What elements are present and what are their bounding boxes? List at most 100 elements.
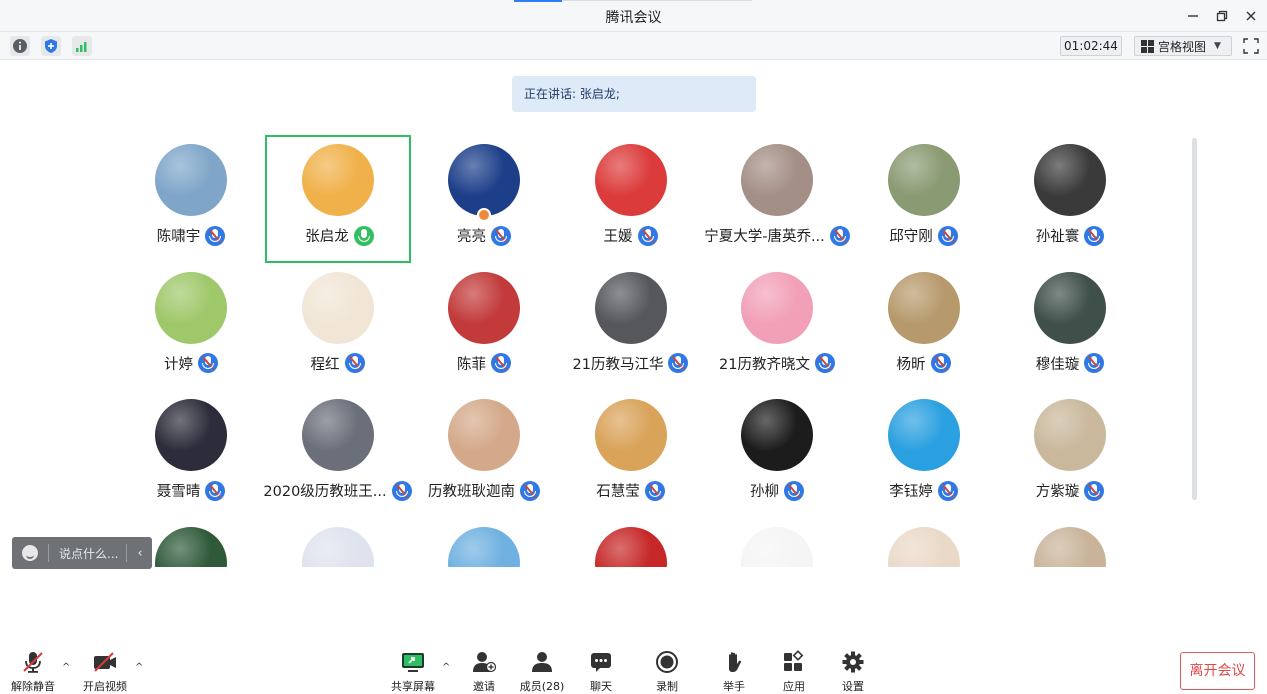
participant-tile[interactable]: [558, 518, 704, 567]
mic-muted-icon: [1084, 353, 1105, 373]
unmute-button[interactable]: 解除静音: [1, 650, 65, 694]
participant-name-row: 方紫璇: [997, 480, 1143, 501]
hand-icon: [721, 650, 747, 674]
participant-tile[interactable]: 王媛: [558, 135, 704, 263]
view-mode-select[interactable]: 宫格视图 ▼: [1134, 36, 1232, 56]
avatar: [1034, 271, 1106, 344]
members-label: 成员(28): [519, 680, 565, 693]
chat-placeholder[interactable]: 说点什么...: [59, 545, 118, 562]
invite-button[interactable]: 邀请: [452, 650, 516, 694]
avatar: [887, 271, 960, 344]
signal-icon[interactable]: [72, 36, 92, 56]
avatar: [741, 144, 813, 216]
apps-button[interactable]: 应用: [762, 650, 826, 694]
avatar: [155, 271, 227, 344]
add-user-icon: [471, 650, 497, 674]
mic-speaking-icon: [353, 225, 374, 246]
participant-tile[interactable]: 李钰婷: [851, 390, 997, 518]
participant-tile[interactable]: 邱守刚: [851, 135, 997, 263]
share-options-chevron-icon[interactable]: ^: [442, 662, 450, 673]
invite-label: 邀请: [473, 680, 495, 693]
participant-name: 21历教齐晓文: [719, 356, 810, 373]
leave-meeting-button[interactable]: 离开会议: [1180, 652, 1255, 690]
members-button[interactable]: 成员(28): [510, 650, 574, 694]
participant-name-row: 孙祉寰: [997, 225, 1143, 246]
title-divider-line: [562, 0, 752, 1]
participant-name: 21历教马江华: [572, 356, 664, 373]
chat-button[interactable]: 聊天: [569, 650, 633, 694]
emoji-icon[interactable]: [22, 545, 38, 561]
participant-tile[interactable]: 历教班耿迦南: [411, 390, 557, 518]
participant-tile[interactable]: [997, 518, 1143, 567]
avatar: [887, 526, 960, 567]
chat-input-pill[interactable]: 说点什么... ‹: [12, 537, 152, 569]
mic-muted-icon: [784, 480, 804, 501]
share-screen-button[interactable]: 共享屏幕: [381, 650, 445, 694]
participant-tile[interactable]: 宁夏大学-唐英乔...: [704, 135, 850, 263]
mic-muted-icon: [668, 353, 689, 373]
view-mode-label: 宫格视图: [1158, 39, 1207, 54]
share-screen-icon: [400, 650, 426, 674]
mic-muted-icon: [937, 225, 958, 246]
mic-muted-icon: [930, 353, 951, 373]
mic-muted-icon: [491, 353, 511, 373]
participant-tile[interactable]: 21历教马江华: [558, 263, 704, 391]
divider: [48, 544, 49, 562]
raise-hand-label: 举手: [723, 680, 745, 693]
audio-options-chevron-icon[interactable]: ^: [62, 662, 70, 673]
participant-tile[interactable]: 计婷: [118, 263, 264, 391]
participant-name: 陈菲: [457, 356, 486, 373]
avatar: [155, 526, 227, 567]
participant-tile[interactable]: 孙祉寰: [997, 135, 1143, 263]
participant-tile[interactable]: 亮亮: [411, 135, 557, 263]
participant-tile[interactable]: 21历教齐晓文: [704, 263, 850, 391]
participant-name-row: 计婷: [118, 353, 264, 374]
minimize-icon[interactable]: [1180, 4, 1206, 28]
participant-tile[interactable]: [265, 518, 411, 567]
participant-tile[interactable]: 杨昕: [851, 263, 997, 391]
divider: [126, 544, 128, 562]
chat-icon: [588, 650, 614, 674]
raise-hand-button[interactable]: 举手: [702, 650, 766, 694]
avatar: [741, 526, 813, 567]
participant-tile[interactable]: 张启龙: [264, 135, 411, 263]
unmute-label: 解除静音: [11, 680, 55, 693]
restore-icon[interactable]: [1209, 4, 1235, 28]
participant-tile[interactable]: 聂雪晴: [118, 390, 264, 518]
mic-muted-icon: [205, 480, 226, 501]
info-icon[interactable]: [10, 36, 30, 56]
participant-tile[interactable]: 穆佳璇: [997, 263, 1143, 391]
start-video-button[interactable]: 开启视频: [73, 650, 137, 694]
close-icon[interactable]: [1238, 4, 1264, 28]
collapse-chevron-icon[interactable]: ‹: [137, 546, 142, 561]
top-toolbar: 01:02:44 宫格视图 ▼: [0, 32, 1267, 60]
participant-tile[interactable]: 方紫璇: [997, 390, 1143, 518]
participant-tile[interactable]: [704, 518, 850, 567]
record-button[interactable]: 录制: [635, 650, 699, 694]
shield-icon[interactable]: [41, 36, 61, 56]
participant-name: 亮亮: [457, 229, 486, 245]
video-options-chevron-icon[interactable]: ^: [135, 662, 143, 673]
avatar: [594, 271, 667, 344]
meeting-timer: 01:02:44: [1060, 36, 1122, 56]
avatar: [301, 271, 374, 344]
members-icon: [529, 650, 555, 674]
participant-tile[interactable]: 2020级历教班王...: [263, 390, 412, 518]
participant-tile[interactable]: [411, 518, 557, 567]
settings-button[interactable]: 设置: [821, 650, 885, 694]
participant-tile[interactable]: 孙柳: [704, 390, 850, 518]
participant-tile[interactable]: 石慧莹: [558, 390, 704, 518]
apps-label: 应用: [783, 680, 805, 693]
participant-tile[interactable]: 陈菲: [411, 263, 557, 391]
fullscreen-icon[interactable]: [1242, 37, 1260, 55]
video-off-icon: [92, 650, 118, 674]
participant-tile[interactable]: 陈啸宇: [118, 135, 264, 263]
avatar: [1034, 399, 1106, 471]
grid-scrollbar[interactable]: [1192, 138, 1197, 500]
apps-icon: [781, 650, 807, 674]
participant-name: 石慧莹: [596, 484, 640, 500]
participant-tile[interactable]: 程红: [265, 263, 411, 391]
participant-tile[interactable]: [851, 518, 997, 567]
record-label: 录制: [656, 680, 678, 693]
participant-name: 孙祉寰: [1035, 229, 1080, 245]
